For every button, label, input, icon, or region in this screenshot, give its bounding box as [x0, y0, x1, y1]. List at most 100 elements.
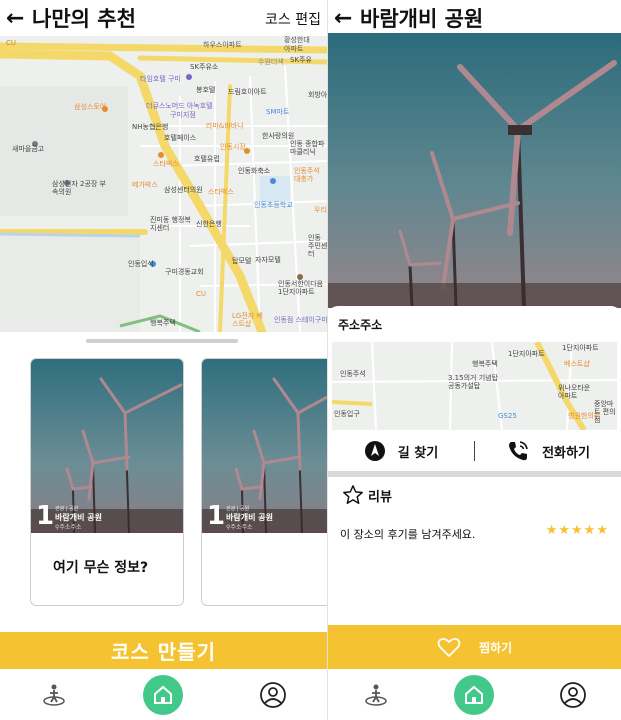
nav-profile[interactable] — [255, 677, 291, 713]
action-bar: 길 찾기 전화하기 — [328, 432, 621, 470]
section-divider — [328, 471, 621, 477]
call-label: 전화하기 — [542, 445, 590, 461]
place-address: ⚲주소주소 — [55, 522, 82, 531]
map-label: 1단지아파트 — [508, 350, 545, 358]
directions-label: 길 찾기 — [397, 445, 439, 461]
map-label: GS25 — [498, 412, 517, 420]
nav-explore[interactable] — [36, 677, 72, 713]
address-text: 주소주소 — [338, 318, 383, 332]
map-walk-icon — [43, 684, 65, 706]
category-tag: 관광 | 공원 — [226, 506, 250, 512]
mini-map[interactable]: 1단지아파트 1단지아파트 베스트샵 행복주택 인동주석 3.15의거 기념탑 … — [332, 342, 617, 430]
map-label: 인동화축소 — [238, 167, 271, 175]
map-label: 행복주택 — [472, 360, 498, 368]
category-tag: 관광 | 공원 — [55, 506, 79, 512]
place-card[interactable]: 1 관광 | 공원 바람개비 공원 ⚲주소주소 여기 무슨 정보? — [30, 358, 184, 606]
map-label: 회방아 — [308, 91, 327, 99]
map-label: 스타벅스 — [208, 188, 234, 196]
rating-stars[interactable]: ★★★★★ — [546, 523, 609, 538]
map-label: 인동점 스테이구미 — [274, 316, 327, 324]
map-label: 인동주석 대충가 — [294, 167, 320, 183]
place-address: ⚲주소주소 — [226, 522, 253, 531]
edit-course-button[interactable]: 코스 편집 — [265, 9, 321, 29]
map-label: 중앙마트 편의점 — [594, 400, 616, 424]
map-label: CU — [196, 290, 207, 298]
nav-explore[interactable] — [358, 677, 394, 713]
map-label: 행복주택 — [150, 319, 176, 327]
map-label: 황성한대 — [284, 36, 310, 44]
map-label: 탑모텔 — [232, 257, 252, 265]
back-arrow-icon[interactable]: ← — [328, 6, 360, 31]
card-info: 여기 무슨 정보? — [53, 560, 149, 576]
map-label: 3.15의거 기념탑 공동가설탑 — [448, 374, 499, 390]
nav-profile[interactable] — [555, 677, 591, 713]
map-view[interactable]: CU 하우스아파트 황성한대 아파트 SK주유소 SK주유 수원더색 타임호텔 … — [0, 36, 327, 332]
rank-number: 1 — [36, 501, 55, 531]
map-label: 인동 종합파마클리닉 — [290, 140, 325, 156]
address-text: 주소주소 — [59, 524, 82, 531]
map-label: 라마&바바나 — [206, 122, 244, 130]
poi-marker[interactable] — [270, 178, 276, 184]
place-hero-photo — [328, 33, 621, 308]
navigation-icon — [364, 441, 385, 461]
directions-button[interactable]: 길 찾기 — [328, 440, 474, 462]
map-label: 한사랑의원 — [262, 132, 295, 140]
map-label: SK주유소 — [190, 63, 219, 71]
address-text: 주소주소 — [230, 524, 253, 531]
map-label: 스타벅스 — [153, 160, 179, 168]
map-label: CU — [6, 39, 17, 47]
map-label: 인동 주민센터 — [308, 234, 327, 258]
map-label: 메가박스 — [132, 181, 158, 189]
header: ← 바람개비 공원 — [328, 0, 621, 36]
nav-home[interactable] — [454, 674, 495, 715]
place-detail-screen: ← 바람개비 공원 주소주소 1단지아파트 1단지아파트 베스트샵 행복주택 인… — [328, 0, 621, 720]
heart-outline-icon — [437, 637, 461, 657]
rank-number: 1 — [207, 501, 226, 531]
poi-marker[interactable] — [158, 152, 164, 158]
bottom-nav — [0, 669, 327, 720]
star-outline-icon — [343, 485, 363, 504]
phone-call-icon — [509, 441, 528, 461]
poi-marker[interactable] — [186, 74, 192, 80]
map-label: 하우스아파트 — [203, 41, 242, 49]
map-label: 아파트 — [284, 45, 304, 53]
map-label: LG전자 베스트샵 — [232, 312, 263, 328]
recommendation-screen: ← 나만의 추천 코스 편집 CU 하우스아파트 황성한대 아파트 SK주유소 … — [0, 0, 327, 720]
review-title: 리뷰 — [368, 489, 392, 505]
map-walk-icon — [365, 684, 387, 706]
like-button[interactable]: 찜하기 — [328, 625, 621, 669]
map-label: 새마을금고 — [12, 145, 45, 153]
map-label: 드림호이아트 — [228, 88, 267, 96]
map-label: NH농협은행 — [132, 123, 169, 131]
like-label: 찜하기 — [478, 640, 513, 655]
map-label: 신한은행 — [196, 220, 222, 228]
review-prompt: 이 장소의 후기를 남겨주세요. — [340, 528, 476, 541]
create-course-button[interactable]: 코스 만들기 — [0, 632, 327, 669]
user-icon — [559, 681, 586, 708]
bottom-nav — [328, 669, 621, 720]
map-label: 타임호텔 구미 — [140, 75, 181, 83]
map-label: 구미지점 — [170, 111, 196, 119]
page-title: 나만의 추천 — [32, 7, 136, 31]
map-label: 위나오타운 아파트 — [558, 384, 591, 400]
nav-home[interactable] — [143, 674, 184, 715]
header: ← 나만의 추천 코스 편집 — [0, 0, 327, 36]
map-label: 인동입구 — [334, 410, 360, 418]
map-label: 인동시장 — [220, 143, 246, 151]
map-label: 구미경동교회 — [165, 268, 204, 276]
home-icon — [154, 685, 173, 704]
page-title: 바람개비 공원 — [360, 7, 484, 31]
user-icon — [260, 681, 287, 708]
map-label: 우리 — [314, 206, 327, 214]
place-card[interactable]: 1 관광 | 공원 바람개비 공원 ⚲주소주소 — [201, 358, 327, 606]
map-label: 자자모텔 — [255, 256, 281, 264]
map-label: 인동주석 — [340, 370, 366, 378]
map-label: 수원더색 — [258, 58, 284, 66]
map-label: 호텔유럽 — [194, 155, 220, 163]
map-label: SM마트 — [266, 108, 290, 116]
drag-handle[interactable] — [86, 339, 238, 343]
map-label: 호텔페이스 — [164, 134, 197, 142]
review-header: 리뷰 — [342, 484, 392, 506]
back-arrow-icon[interactable]: ← — [0, 6, 32, 31]
call-button[interactable]: 전화하기 — [475, 439, 621, 463]
